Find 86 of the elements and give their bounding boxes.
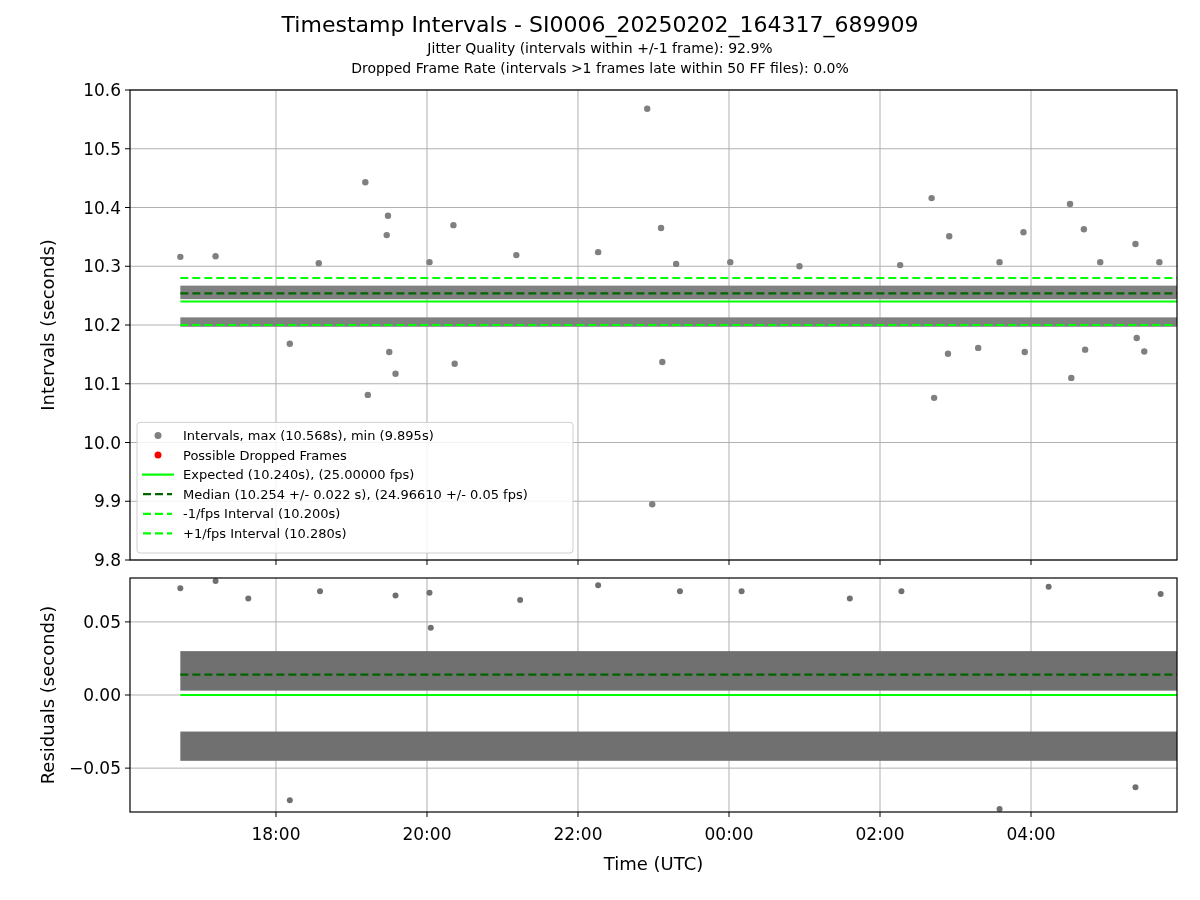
- point: [644, 105, 651, 112]
- point: [1081, 346, 1089, 353]
- y-tick-label: 10.4: [83, 197, 121, 218]
- legend-label: -1/fps Interval (10.200s): [183, 506, 341, 522]
- x-tick-label: 18:00: [251, 824, 301, 844]
- point: [1141, 348, 1148, 355]
- y-tick-label: 10.6: [83, 80, 121, 100]
- point: [1068, 374, 1075, 382]
- point: [386, 348, 393, 356]
- x-axis-label: Time (UTC): [603, 853, 704, 874]
- point: [426, 258, 433, 266]
- point: [595, 582, 602, 589]
- legend-label: Expected (10.240s), (25.00000 fps): [183, 467, 415, 483]
- point: [362, 179, 369, 186]
- point: [383, 231, 390, 239]
- y-tick-label: 10.5: [83, 138, 121, 159]
- point: [517, 596, 524, 603]
- y-tick-label: 10.3: [83, 256, 121, 277]
- point: [846, 595, 853, 602]
- point: [315, 260, 322, 267]
- x-tick-label: 20:00: [402, 824, 452, 844]
- point: [212, 253, 219, 260]
- y-tick-label: 10.1: [83, 373, 121, 394]
- point: [1080, 226, 1088, 233]
- x-tick-label: 02:00: [855, 824, 905, 844]
- y-tick-label: −0.05: [68, 758, 121, 779]
- y-tick-label: 10.2: [83, 315, 121, 335]
- y-tick-label: 9.8: [93, 550, 121, 570]
- y-axis-label: Intervals (seconds): [37, 239, 58, 411]
- point: [896, 261, 904, 269]
- point: [1045, 583, 1052, 590]
- point: [1133, 334, 1140, 342]
- point: [1156, 258, 1163, 266]
- point: [451, 360, 458, 367]
- point: [672, 260, 680, 268]
- point: [392, 370, 399, 377]
- point: [1157, 591, 1164, 598]
- x-tick-label: 04:00: [1006, 824, 1056, 844]
- point: [657, 224, 665, 232]
- point: [317, 588, 324, 595]
- point: [659, 358, 666, 366]
- point: [738, 588, 745, 595]
- point: [1066, 200, 1074, 208]
- legend-label: +1/fps Interval (10.280s): [183, 525, 347, 541]
- point: [426, 589, 433, 596]
- point: [649, 500, 656, 508]
- point: [946, 233, 953, 240]
- point: [594, 248, 602, 256]
- point: [898, 588, 905, 595]
- y-tick-label: 10.0: [83, 432, 121, 453]
- y-axis-label: Residuals (seconds): [37, 605, 58, 785]
- point: [384, 212, 392, 219]
- point: [177, 585, 184, 592]
- chart-subtitle: Jitter Quality (intervals within +/-1 frame): 92.9%: [427, 39, 773, 58]
- point: [1021, 348, 1028, 356]
- point: [177, 253, 184, 261]
- point: [928, 194, 935, 202]
- point: [450, 221, 457, 229]
- point: [1132, 240, 1139, 248]
- point: [974, 344, 982, 352]
- point: [245, 595, 252, 602]
- y-tick-label: 0.00: [83, 685, 121, 705]
- point: [427, 624, 434, 631]
- point: [392, 592, 399, 599]
- chart-subtitle: Dropped Frame Rate (intervals >1 frames late within 50 FF files): 0.0%: [351, 59, 849, 78]
- point: [286, 340, 294, 347]
- legend-label: Intervals, max (10.568s), min (9.895s): [183, 427, 434, 443]
- point: [286, 797, 293, 804]
- point: [944, 350, 952, 357]
- point: [727, 258, 734, 266]
- chart-title: Timestamp Intervals - SI0006_20250202_164317_689909: [281, 12, 919, 38]
- point: [364, 391, 372, 399]
- point: [996, 258, 1003, 266]
- legend-label: Possible Dropped Frames: [183, 447, 347, 463]
- point: [1020, 228, 1027, 236]
- point: [930, 394, 938, 402]
- point: [1097, 258, 1104, 266]
- point: [796, 263, 803, 270]
- legend-label: Median (10.254 +/- 0.022 s), (24.96610 +/- 0.05 fps): [183, 486, 528, 502]
- y-tick-label: 9.9: [93, 491, 121, 512]
- point: [513, 251, 520, 259]
- y-tick-label: 0.05: [83, 611, 121, 632]
- x-tick-label: 00:00: [704, 824, 754, 844]
- point: [676, 588, 683, 595]
- x-tick-label: 22:00: [553, 824, 603, 844]
- point: [1132, 784, 1139, 791]
